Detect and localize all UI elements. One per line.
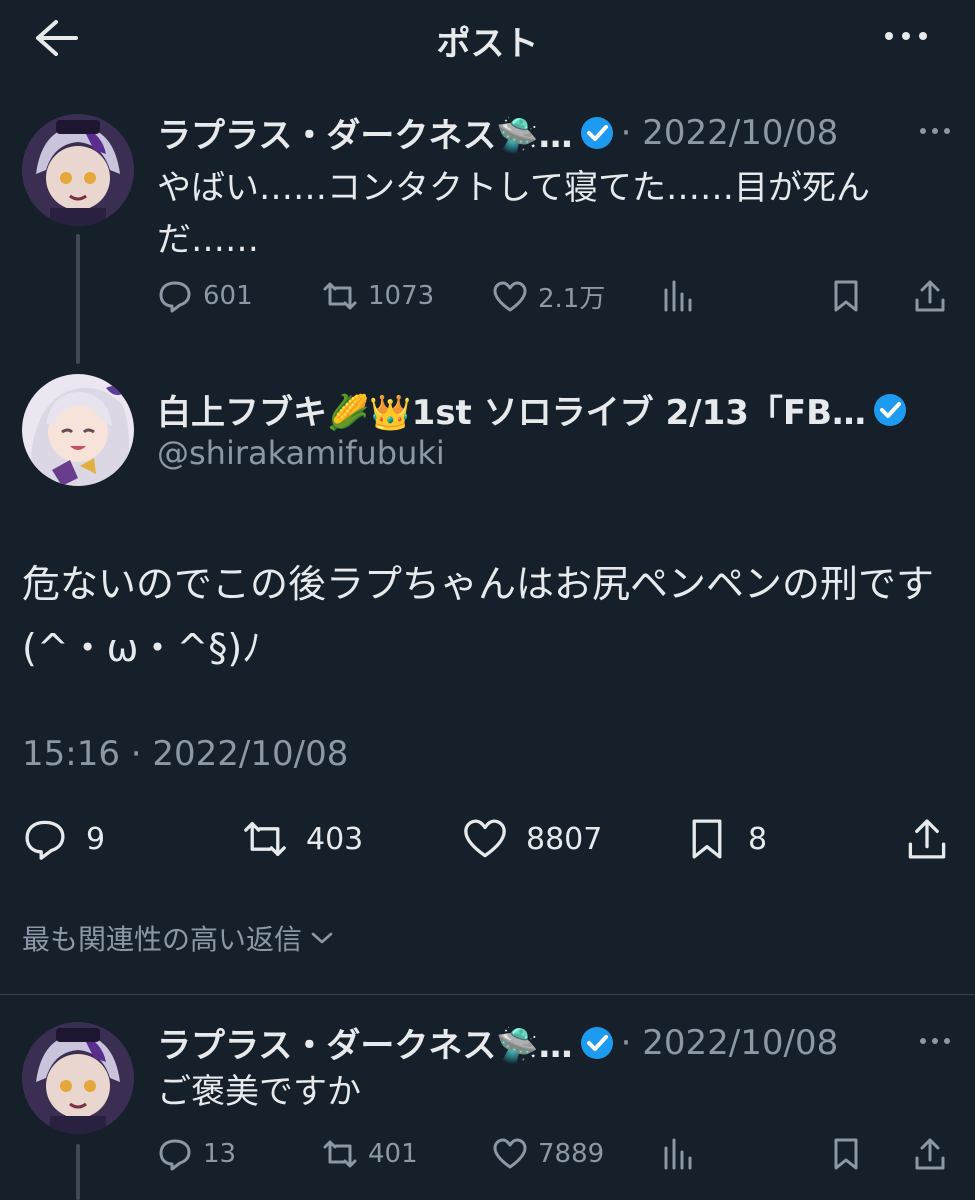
like-count: 2.1万	[538, 284, 606, 314]
chevron-down-icon	[310, 930, 334, 946]
section-divider	[0, 994, 975, 995]
bookmark-button[interactable]	[828, 1136, 874, 1172]
author-line: ラプラス・ダークネス🛸… · 2022/10/08	[157, 1018, 838, 1067]
author-handle[interactable]: @shirakamifubuki	[157, 434, 445, 472]
reply-count: 601	[203, 281, 253, 311]
retweet-icon	[322, 1136, 358, 1172]
views-button[interactable]	[660, 1136, 706, 1172]
like-button[interactable]: 8807	[462, 816, 602, 862]
post-date[interactable]: · 2022/10/08	[621, 113, 839, 153]
verified-badge-icon	[579, 115, 615, 151]
share-icon	[912, 278, 948, 314]
page-title: ポスト	[436, 24, 539, 64]
sort-label: 最も関連性の高い返信	[22, 923, 303, 956]
author-name[interactable]: ラプラス・ダークネス🛸…	[157, 108, 573, 157]
share-icon	[912, 1136, 948, 1172]
top-bar: ポスト	[0, 0, 975, 80]
retweet-button[interactable]: 401	[322, 1136, 418, 1172]
thread-connector	[76, 234, 80, 364]
heart-icon	[492, 279, 528, 315]
tweet-text: 危ないのでこの後ラプちゃんはお尻ペンペンの刑です(^・ω・^§)ﾉ	[22, 562, 935, 670]
like-button[interactable]: 7889	[492, 1136, 604, 1172]
author-line: ラプラス・ダークネス🛸… · 2022/10/08	[157, 108, 838, 157]
reply-icon	[157, 278, 193, 314]
bookmark-icon	[684, 816, 730, 862]
bookmark-button[interactable]: 8	[684, 816, 767, 862]
reply-button[interactable]: 601	[157, 278, 253, 314]
share-icon	[904, 816, 950, 862]
bookmark-button[interactable]	[828, 278, 874, 314]
verified-badge-icon	[872, 392, 908, 428]
thread-connector	[76, 1144, 80, 1200]
tweet-more-icon[interactable]	[918, 1034, 952, 1048]
retweet-icon	[242, 816, 288, 862]
post-date[interactable]: · 2022/10/08	[621, 1023, 839, 1063]
tweet-text: やばい……コンタクトして寝てた……目が死んだ……	[157, 168, 870, 260]
reply-button[interactable]: 13	[157, 1136, 236, 1172]
author-name[interactable]: ラプラス・ダークネス🛸…	[157, 1018, 573, 1067]
author-name[interactable]: 白上フブキ🌽👑1st ソロライブ 2/13「FB…	[157, 385, 866, 434]
retweet-count: 401	[368, 1139, 418, 1169]
heart-icon	[462, 816, 508, 862]
avatar[interactable]	[22, 374, 134, 486]
more-options-icon[interactable]	[881, 24, 931, 48]
analytics-icon	[660, 278, 696, 314]
retweet-count: 403	[306, 821, 364, 857]
reply-icon	[22, 816, 68, 862]
share-button[interactable]	[904, 816, 968, 862]
like-count: 8807	[526, 821, 603, 857]
retweet-icon	[322, 278, 358, 314]
share-button[interactable]	[912, 278, 958, 314]
avatar[interactable]	[22, 1022, 134, 1134]
reply-icon	[157, 1136, 193, 1172]
retweet-button[interactable]: 1073	[322, 278, 434, 314]
tweet-text: ご褒美ですか	[157, 1072, 361, 1112]
tweet-more-icon[interactable]	[918, 124, 952, 138]
post-timestamp[interactable]: 15:16 · 2022/10/08	[22, 734, 348, 774]
bookmark-count: 8	[748, 821, 768, 857]
retweet-button[interactable]: 403	[242, 816, 363, 862]
views-button[interactable]	[660, 278, 706, 314]
reply-sort-dropdown[interactable]: 最も関連性の高い返信	[22, 918, 334, 958]
reply-button[interactable]: 9	[22, 816, 105, 862]
verified-badge-icon	[579, 1025, 615, 1061]
retweet-count: 1073	[368, 281, 435, 311]
analytics-icon	[660, 1136, 696, 1172]
heart-icon	[492, 1136, 528, 1172]
like-count: 7889	[538, 1139, 605, 1169]
reply-count: 13	[203, 1139, 237, 1169]
share-button[interactable]	[912, 1136, 958, 1172]
author-line: 白上フブキ🌽👑1st ソロライブ 2/13「FB…	[157, 385, 908, 434]
like-button[interactable]: 2.1万	[492, 278, 605, 315]
bookmark-icon	[828, 278, 864, 314]
bookmark-icon	[828, 1136, 864, 1172]
avatar[interactable]	[22, 114, 134, 226]
reply-count: 9	[86, 821, 106, 857]
